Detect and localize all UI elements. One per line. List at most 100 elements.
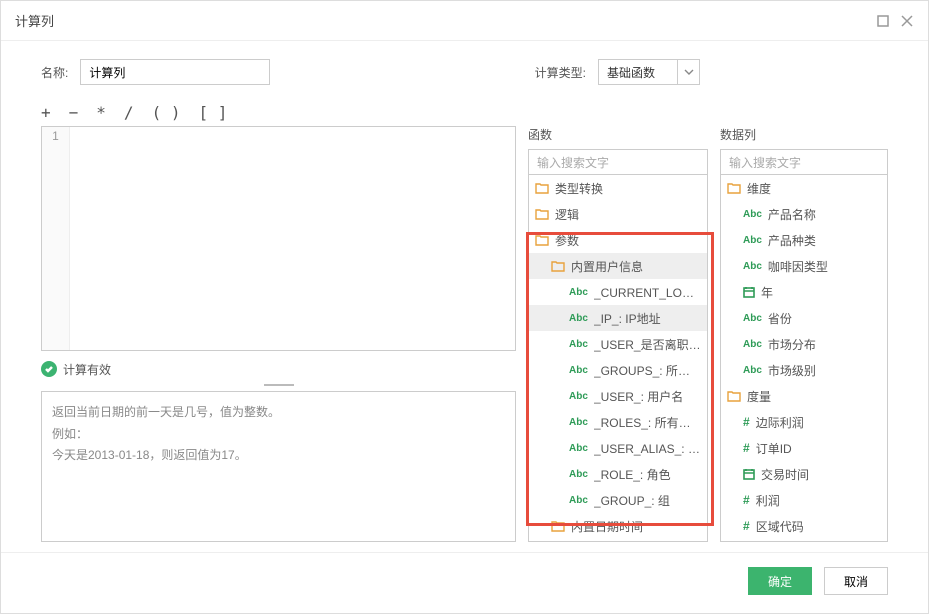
folder-icon — [551, 520, 565, 532]
item-label: 年 — [761, 284, 773, 301]
item-label: _ROLE_: 角色 — [594, 466, 671, 483]
text-type-icon: Abc — [569, 495, 588, 506]
item-label: 区域代码 — [756, 518, 804, 535]
ok-button[interactable]: 确定 — [748, 567, 812, 595]
data-search[interactable]: 输入搜索文字 — [720, 149, 888, 175]
operator-*[interactable]: * — [96, 103, 106, 122]
item-label: 市场分布 — [768, 336, 816, 353]
name-label: 名称: — [41, 64, 68, 81]
status-text: 计算有效 — [63, 361, 111, 378]
tree-item[interactable]: 内置用户信息 — [529, 253, 707, 279]
tree-item[interactable]: 度量 — [721, 383, 887, 409]
cancel-button[interactable]: 取消 — [824, 567, 888, 595]
operator-toolbar: +−* / ( ) [ ] — [41, 103, 227, 122]
tree-item[interactable]: Abc市场分布 — [721, 331, 887, 357]
maximize-icon[interactable] — [876, 14, 890, 28]
item-label: 内置用户信息 — [571, 258, 643, 275]
operator-( )[interactable]: ( ) — [152, 103, 181, 122]
functions-list[interactable]: 类型转换逻辑参数内置用户信息Abc_CURRENT_LOCALE_: 当前Abc… — [528, 175, 708, 542]
tree-item[interactable]: Abc_ROLES_: 所有角色 — [529, 409, 707, 435]
text-type-icon: Abc — [743, 313, 762, 324]
item-label: _USER_是否离职: 自定义 — [594, 336, 701, 353]
name-input[interactable] — [80, 59, 270, 85]
date-type-icon — [743, 286, 755, 298]
chevron-down-icon[interactable] — [678, 59, 700, 85]
tree-item[interactable]: 年 — [721, 279, 887, 305]
description-box: 返回当前日期的前一天是几号，值为整数。 例如： 今天是2013-01-18，则返… — [41, 391, 516, 542]
formula-editor[interactable]: 1 — [41, 126, 516, 351]
tree-item[interactable]: Abc_ROLE_: 角色 — [529, 461, 707, 487]
left-column: 1 计算有效 返回当前日期的前一天是几号，值为整数。 例如： 今天是2013-0… — [41, 126, 516, 542]
tree-item[interactable]: Abc_IP_: IP地址 — [529, 305, 707, 331]
date-type-icon — [743, 468, 755, 480]
tree-item[interactable]: 维度 — [721, 175, 887, 201]
item-label: 利润 — [756, 492, 780, 509]
text-type-icon: Abc — [569, 443, 588, 454]
tree-item[interactable]: Abc 产品种类 — [721, 227, 887, 253]
resize-handle[interactable] — [264, 384, 294, 387]
tree-item[interactable]: 类型转换 — [529, 175, 707, 201]
data-title: 数据列 — [720, 126, 888, 143]
number-type-icon: # — [743, 415, 750, 429]
item-label: _GROUP_: 组 — [594, 492, 670, 509]
tree-item[interactable]: #区域代码 — [721, 513, 887, 539]
tree-item[interactable]: Abc _GROUP_: 组 — [529, 487, 707, 513]
item-label: 产品种类 — [768, 232, 816, 249]
dialog-title: 计算列 — [15, 11, 54, 30]
calc-column-dialog: 计算列 名称: 计算类型: 基础函数 +−*/( )[ ] 1 — [0, 0, 929, 614]
text-type-icon: Abc — [743, 261, 762, 272]
tree-item[interactable]: #利润 — [721, 487, 887, 513]
text-type-icon: Abc — [743, 235, 762, 246]
item-label: _ROLES_: 所有角色 — [594, 414, 701, 431]
line-number: 1 — [42, 129, 69, 143]
calc-type-select[interactable]: 基础函数 — [598, 59, 700, 85]
text-type-icon: Abc — [743, 209, 762, 220]
tree-item[interactable]: Abc_GROUPS_: 所有组 — [529, 357, 707, 383]
footer: 确定 取消 — [1, 552, 928, 613]
functions-search[interactable]: 输入搜索文字 — [528, 149, 708, 175]
tree-item[interactable]: Abc_CURRENT_LOCALE_: 当前 — [529, 279, 707, 305]
item-label: _USER_ALIAS_: 用户昵称 — [594, 440, 701, 457]
item-label: 订单ID — [756, 440, 792, 457]
folder-icon — [535, 234, 549, 246]
item-label: 边际利润 — [756, 414, 804, 431]
tree-item[interactable]: Abc _USER_ALIAS_: 用户昵称 — [529, 435, 707, 461]
number-type-icon: # — [743, 441, 750, 455]
operator-−[interactable]: − — [69, 103, 79, 122]
item-label: 内置日期时间 — [571, 518, 643, 535]
functions-title: 函数 — [528, 126, 708, 143]
tree-item[interactable]: Abc市场级别 — [721, 357, 887, 383]
item-label: 维度 — [747, 180, 771, 197]
tree-item[interactable]: Abc咖啡因类型 — [721, 253, 887, 279]
tree-item[interactable]: 参数 — [529, 227, 707, 253]
tree-item[interactable]: 交易时间 — [721, 461, 887, 487]
tree-item[interactable]: 逻辑 — [529, 201, 707, 227]
item-label: 产品名称 — [768, 206, 816, 223]
data-list[interactable]: 维度Abc产品名称Abc产品种类Abc咖啡因类型年Abc省份Abc市场分布Abc… — [720, 175, 888, 542]
text-type-icon: Abc — [569, 287, 588, 298]
tree-item[interactable]: # 边际利润 — [721, 409, 887, 435]
tree-item[interactable]: Abc_USER_: 用户名 — [529, 383, 707, 409]
tree-item[interactable]: Abc 省份 — [721, 305, 887, 331]
close-icon[interactable] — [900, 14, 914, 28]
tree-item[interactable]: Abc _USER_是否离职: 自定义 — [529, 331, 707, 357]
tree-item[interactable]: # 订单ID — [721, 435, 887, 461]
item-label: 度量 — [747, 388, 771, 405]
functions-panel: 函数 输入搜索文字 类型转换逻辑参数内置用户信息 Abc_CURRENT_LOCA… — [528, 126, 708, 542]
main-area: 1 计算有效 返回当前日期的前一天是几号，值为整数。 例如： 今天是2013-0… — [1, 126, 928, 552]
operator-[ ][interactable]: [ ] — [198, 103, 227, 122]
tree-item[interactable]: #市场开销 — [721, 539, 887, 542]
editor-body[interactable] — [70, 127, 515, 350]
text-type-icon: Abc — [569, 313, 588, 324]
text-type-icon: Abc — [569, 339, 588, 350]
folder-icon — [535, 208, 549, 220]
operator-+[interactable]: + — [41, 103, 51, 122]
item-label: 省份 — [768, 310, 792, 327]
status-row: 计算有效 — [41, 361, 516, 378]
titlebar: 计算列 — [1, 1, 928, 41]
operator-/[interactable]: / — [124, 103, 134, 122]
tree-item[interactable]: 内置日期时间 — [529, 513, 707, 539]
text-type-icon: Abc — [743, 365, 762, 376]
folder-icon — [727, 182, 741, 194]
tree-item[interactable]: Abc 产品名称 — [721, 201, 887, 227]
